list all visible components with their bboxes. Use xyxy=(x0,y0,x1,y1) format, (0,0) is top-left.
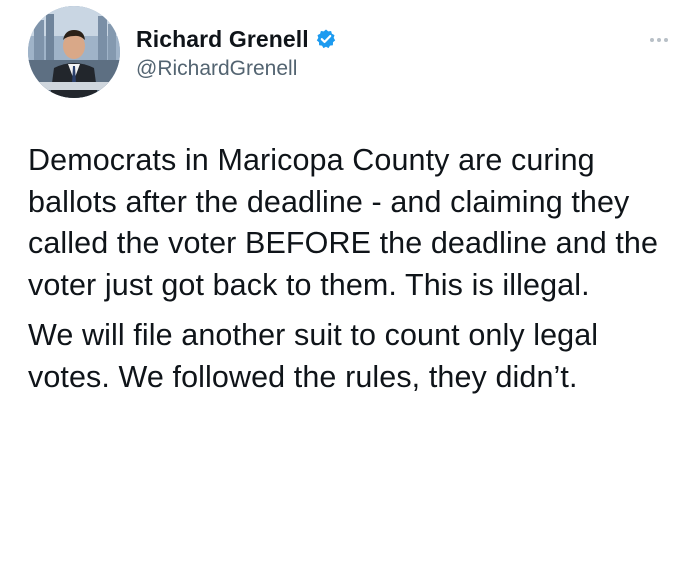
author-handle[interactable]: @RichardGrenell xyxy=(136,57,337,81)
tweet-paragraph: Democrats in Maricopa County are curing … xyxy=(28,143,659,302)
more-options-button[interactable] xyxy=(642,30,676,50)
more-dot-icon xyxy=(650,38,654,42)
author-avatar[interactable] xyxy=(28,6,120,98)
author-info: Richard Grenell @RichardGrenell xyxy=(136,24,337,81)
verified-badge-icon xyxy=(315,28,337,50)
name-row: Richard Grenell xyxy=(136,24,337,54)
tweet-card: Richard Grenell @RichardGrenell Democrat… xyxy=(0,0,700,565)
more-dot-icon xyxy=(657,38,661,42)
author-display-name[interactable]: Richard Grenell xyxy=(136,26,309,53)
tweet-header: Richard Grenell @RichardGrenell xyxy=(28,6,678,102)
more-dot-icon xyxy=(664,38,668,42)
tweet-text: Democrats in Maricopa County are curing … xyxy=(28,140,678,398)
avatar-photo-icon xyxy=(28,6,120,98)
tweet-paragraph: We will file another suit to count only … xyxy=(28,318,599,394)
